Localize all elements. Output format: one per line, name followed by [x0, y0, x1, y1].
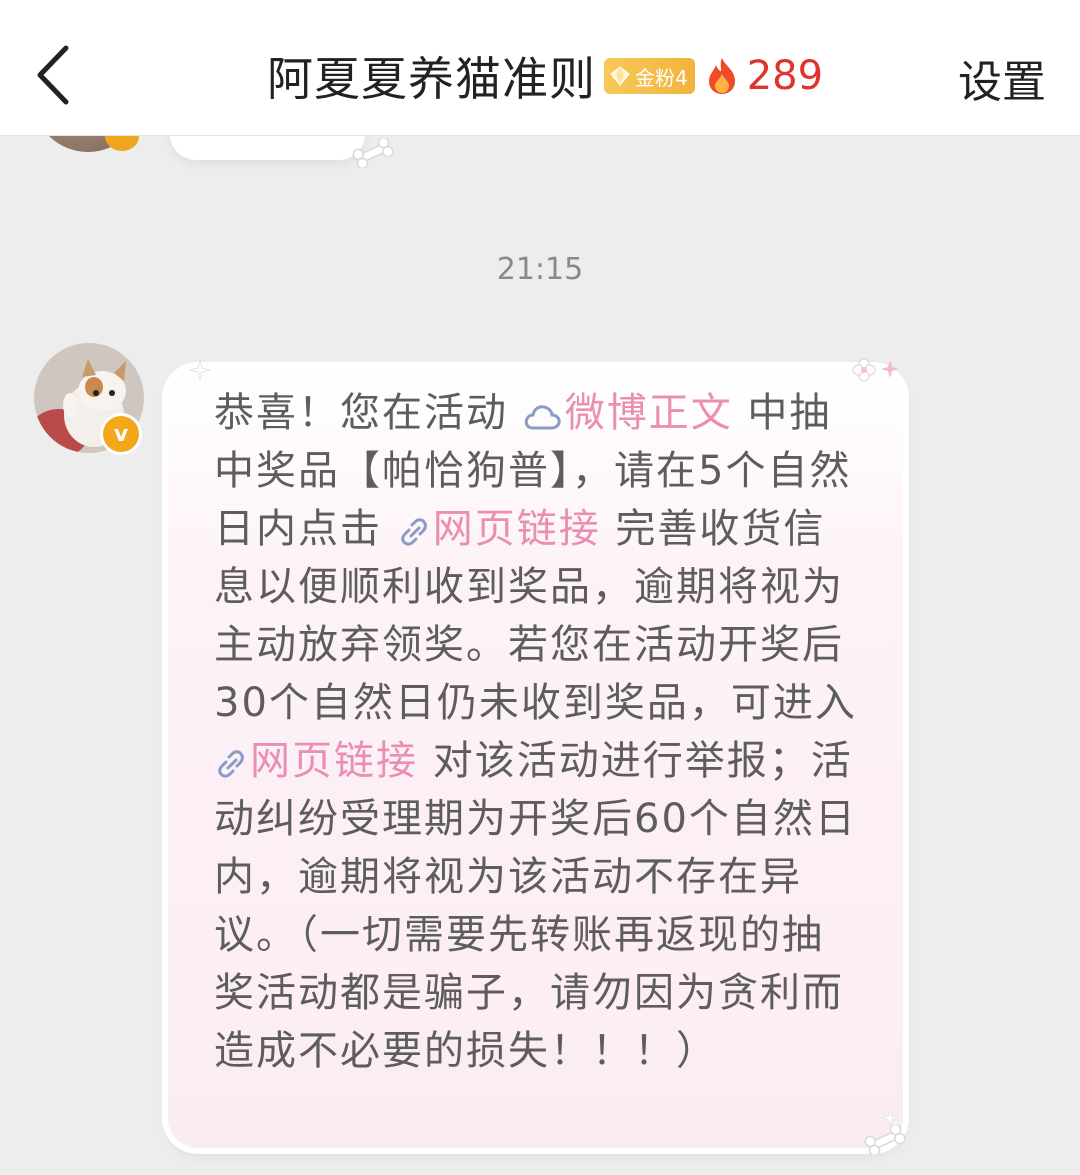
header-title-group: 阿夏夏养猫准则 金粉4 289 — [0, 40, 1080, 112]
message-text: 恭喜！您在活动 微博正文 中抽中奖品【帕恰狗普】，请在5个自然日内点击 网页链接… — [214, 384, 864, 1080]
fan-badge-label: 金粉4 — [634, 65, 688, 90]
sparkle-decoration-icon — [189, 359, 211, 381]
chat-title[interactable]: 阿夏夏养猫准则 — [267, 43, 596, 109]
intimacy-count: 289 — [746, 53, 824, 99]
cloud-icon — [524, 405, 561, 430]
web-link-claim[interactable]: 网页链接 — [397, 506, 601, 552]
weibo-post-link[interactable]: 微博正文 — [523, 390, 733, 436]
fire-icon — [708, 58, 735, 94]
fan-level-badge[interactable]: 金粉4 — [603, 58, 695, 94]
web-link-claim-label: 网页链接 — [432, 506, 601, 552]
verified-badge: v — [100, 413, 142, 455]
message-bubble[interactable]: 恭喜！您在活动 微博正文 中抽中奖品【帕恰狗普】，请在5个自然日内点击 网页链接… — [168, 368, 903, 1148]
message-timestamp: 21:15 — [496, 252, 584, 287]
link-icon — [400, 518, 427, 546]
chat-header: 阿夏夏养猫准则 金粉4 289 设置 — [0, 0, 1080, 136]
bone-decoration-icon — [864, 1125, 906, 1155]
bone-decoration-icon — [352, 138, 394, 168]
gem-icon — [610, 66, 630, 86]
flower-decoration-icon — [852, 358, 899, 382]
message-text-segment: 对该活动进行举报；活动纠纷受理期为开奖后60个自然日内，逾期将视为该活动不存在异… — [214, 738, 857, 1074]
link-icon — [218, 750, 244, 778]
settings-button[interactable]: 设置 — [958, 46, 1046, 110]
web-link-report[interactable]: 网页链接 — [214, 738, 418, 784]
weibo-post-link-label: 微博正文 — [564, 390, 733, 436]
sparkle-decoration-icon — [881, 1109, 899, 1127]
web-link-report-label: 网页链接 — [250, 738, 418, 784]
message-text-segment: 恭喜！您在活动 — [214, 390, 523, 436]
